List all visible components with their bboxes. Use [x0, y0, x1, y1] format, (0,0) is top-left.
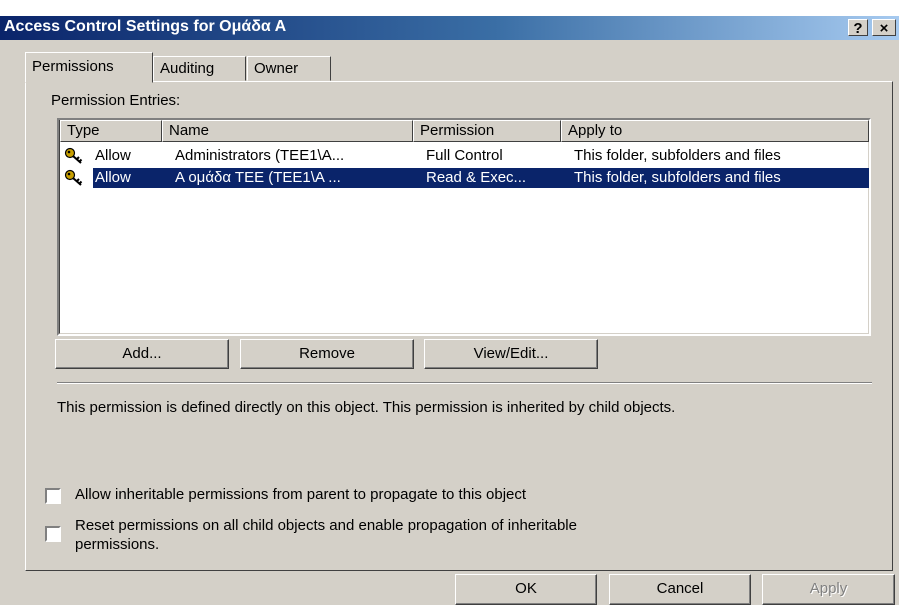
key-icon — [64, 147, 83, 164]
column-header-permission[interactable]: Permission — [413, 120, 561, 142]
reset-checkbox-label[interactable]: Reset permissions on all child objects a… — [75, 516, 577, 554]
access-control-dialog: Access Control Settings for Ομάδα Α ? × … — [0, 0, 899, 605]
title-bar[interactable]: Access Control Settings for Ομάδα Α ? × — [0, 16, 899, 40]
permission-entries-list[interactable]: Type Name Permission Apply to Allow Admi… — [57, 118, 871, 336]
tab-permissions[interactable]: Permissions — [25, 52, 153, 83]
row-apply-to: This folder, subfolders and files — [574, 169, 781, 186]
table-row-selected[interactable]: Allow Α ομάδα ΤΕΕ (TEE1\A ... Read & Exe… — [59, 167, 869, 189]
reset-checkbox-label-line1: Reset permissions on all child objects a… — [75, 517, 577, 534]
row-type: Allow — [95, 169, 131, 186]
row-name: Administrators (TEE1\A... — [175, 147, 345, 164]
inherit-checkbox-label[interactable]: Allow inheritable permissions from paren… — [75, 486, 526, 503]
tab-auditing[interactable]: Auditing — [153, 56, 246, 81]
top-margin — [0, 0, 899, 16]
window-title: Access Control Settings for Ομάδα Α — [4, 18, 287, 35]
reset-checkbox[interactable] — [45, 526, 61, 542]
tab-owner[interactable]: Owner — [247, 56, 331, 81]
column-header-name[interactable]: Name — [162, 120, 413, 142]
permission-description: This permission is defined directly on t… — [57, 399, 676, 416]
key-icon — [64, 169, 83, 186]
cancel-button[interactable]: Cancel — [609, 574, 751, 605]
column-header-apply-to[interactable]: Apply to — [561, 120, 869, 142]
view-edit-button[interactable]: View/Edit... — [424, 339, 598, 369]
close-button[interactable]: × — [872, 19, 896, 37]
help-button[interactable]: ? — [848, 19, 868, 37]
row-apply-to: This folder, subfolders and files — [574, 147, 781, 164]
row-permission: Read & Exec... — [426, 169, 527, 186]
row-type: Allow — [95, 147, 131, 164]
table-row[interactable]: Allow Administrators (TEE1\A... Full Con… — [59, 145, 869, 167]
permission-entries-label: Permission Entries: — [51, 92, 181, 109]
remove-button[interactable]: Remove — [240, 339, 414, 369]
row-permission: Full Control — [426, 147, 503, 164]
add-button[interactable]: Add... — [55, 339, 229, 369]
ok-button[interactable]: OK — [455, 574, 597, 605]
apply-button[interactable]: Apply — [762, 574, 895, 605]
row-name: Α ομάδα ΤΕΕ (TEE1\A ... — [175, 169, 341, 186]
inherit-checkbox[interactable] — [45, 488, 61, 504]
reset-checkbox-label-line2: permissions. — [75, 536, 160, 553]
separator — [57, 382, 872, 384]
column-header-type[interactable]: Type — [60, 120, 162, 142]
